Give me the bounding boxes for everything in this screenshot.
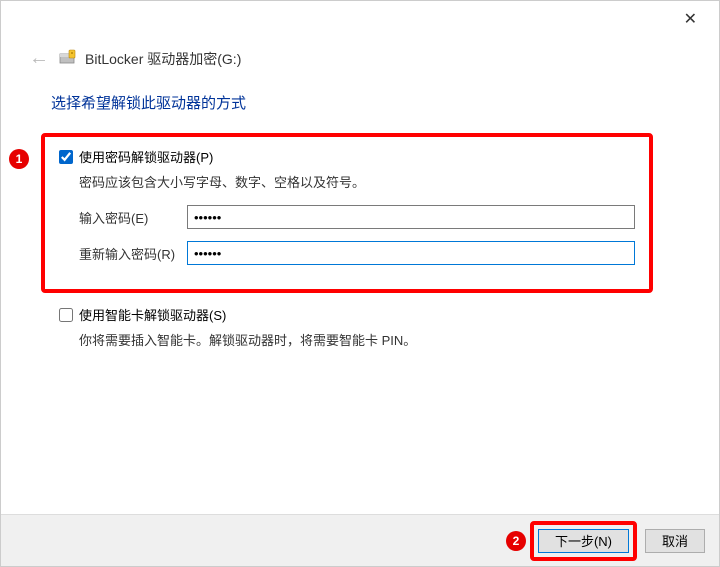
back-arrow-icon[interactable]: ← [29,47,49,70]
reenter-password-label: 重新输入密码(R) [79,244,187,263]
enter-password-input[interactable] [187,205,635,229]
dialog-window: ✕ ← BitLocker 驱动器加密(G:) 选择希望解锁此驱动器的方式 1 … [0,0,720,567]
password-hint: 密码应该包含大小写字母、数字、空格以及符号。 [79,172,635,191]
titlebar: ✕ [1,1,719,37]
annotation-badge-2: 2 [506,531,526,551]
reenter-password-input[interactable] [187,241,635,265]
cancel-button[interactable]: 取消 [645,529,705,553]
smartcard-checkbox-label: 使用智能卡解锁驱动器(S) [79,305,226,324]
dialog-header: ← BitLocker 驱动器加密(G:) [1,37,719,84]
close-icon[interactable]: ✕ [674,9,707,29]
annotation-highlight-1: 1 使用密码解锁驱动器(P) 密码应该包含大小写字母、数字、空格以及符号。 输入… [41,133,653,293]
enter-password-row: 输入密码(E) [79,205,635,229]
smartcard-checkbox-row: 使用智能卡解锁驱动器(S) [59,305,669,324]
dialog-footer: 2 下一步(N) 取消 [1,514,719,566]
annotation-badge-1: 1 [9,149,29,169]
smartcard-checkbox[interactable] [59,308,73,322]
smartcard-section: 使用智能卡解锁驱动器(S) 你将需要插入智能卡。解锁驱动器时，将需要智能卡 PI… [51,305,669,349]
content-area: 选择希望解锁此驱动器的方式 1 使用密码解锁驱动器(P) 密码应该包含大小写字母… [1,84,719,349]
next-button[interactable]: 下一步(N) [538,529,629,553]
annotation-highlight-2: 2 下一步(N) [530,521,637,561]
page-heading: 选择希望解锁此驱动器的方式 [51,92,669,113]
drive-icon [59,48,77,69]
page-title: BitLocker 驱动器加密(G:) [85,49,241,69]
password-checkbox-label: 使用密码解锁驱动器(P) [79,147,213,166]
password-checkbox-row: 使用密码解锁驱动器(P) [59,147,635,166]
smartcard-hint: 你将需要插入智能卡。解锁驱动器时，将需要智能卡 PIN。 [79,330,669,349]
reenter-password-row: 重新输入密码(R) [79,241,635,265]
password-checkbox[interactable] [59,150,73,164]
enter-password-label: 输入密码(E) [79,208,187,227]
